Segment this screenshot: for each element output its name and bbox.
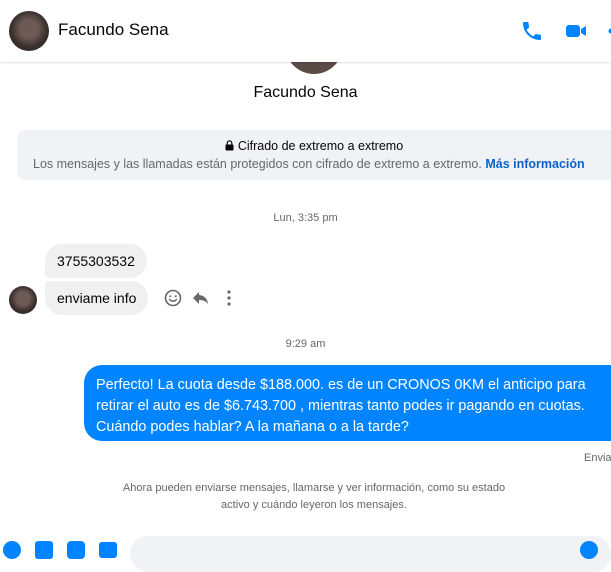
chat-header: Facundo Sena: [0, 0, 611, 62]
incoming-message[interactable]: enviame info: [45, 281, 148, 315]
photo-icon[interactable]: [34, 540, 54, 560]
message-input[interactable]: [130, 536, 611, 572]
info-note: Ahora pueden enviarse mensajes, llamarse…: [0, 480, 611, 514]
message-timestamp: Lun, 3:35 pm: [0, 212, 611, 224]
sticker-icon[interactable]: [66, 540, 86, 560]
video-call-icon[interactable]: [564, 19, 588, 43]
add-icon[interactable]: [2, 540, 22, 560]
more-options-icon[interactable]: [603, 19, 611, 43]
contact-avatar[interactable]: [9, 11, 49, 51]
sent-status: Enviado: [584, 452, 611, 464]
incoming-message[interactable]: 3755303532: [45, 244, 147, 278]
encryption-description: Los mensajes y las llamadas están proteg…: [33, 157, 585, 171]
contact-name[interactable]: Facundo Sena: [58, 20, 169, 40]
outgoing-message[interactable]: Perfecto! La cuota desde $188.000. es de…: [84, 365, 611, 441]
reply-icon[interactable]: [191, 288, 211, 308]
info-note-line: Ahora pueden enviarse mensajes, llamarse…: [0, 480, 611, 497]
outgoing-message-line: Perfecto! La cuota desde $188.000. es de…: [96, 375, 599, 396]
profile-name: Facundo Sena: [0, 84, 611, 102]
phone-icon[interactable]: [520, 19, 544, 43]
encryption-title-text: Cifrado de extremo a extremo: [238, 139, 403, 153]
outgoing-message-line: Cuándo podes hablar? A la mañana o a la …: [96, 417, 599, 438]
gif-icon[interactable]: [98, 540, 118, 560]
more-actions-icon[interactable]: [219, 288, 239, 308]
encryption-notice: Cifrado de extremo a extremo Los mensaje…: [17, 130, 611, 180]
encryption-title: Cifrado de extremo a extremo: [17, 139, 611, 153]
react-emoji-icon[interactable]: [163, 288, 183, 308]
encryption-description-text: Los mensajes y las llamadas están proteg…: [33, 157, 482, 171]
info-note-line: activo y cuándo leyeron los mensajes.: [0, 497, 611, 514]
lock-icon: [225, 140, 234, 151]
more-info-link[interactable]: Más información: [485, 157, 584, 171]
emoji-icon[interactable]: [579, 540, 599, 560]
sender-avatar[interactable]: [9, 286, 37, 314]
message-timestamp: 9:29 am: [0, 338, 611, 350]
outgoing-message-line: retirar el auto es de $6.743.700 , mient…: [96, 396, 599, 417]
